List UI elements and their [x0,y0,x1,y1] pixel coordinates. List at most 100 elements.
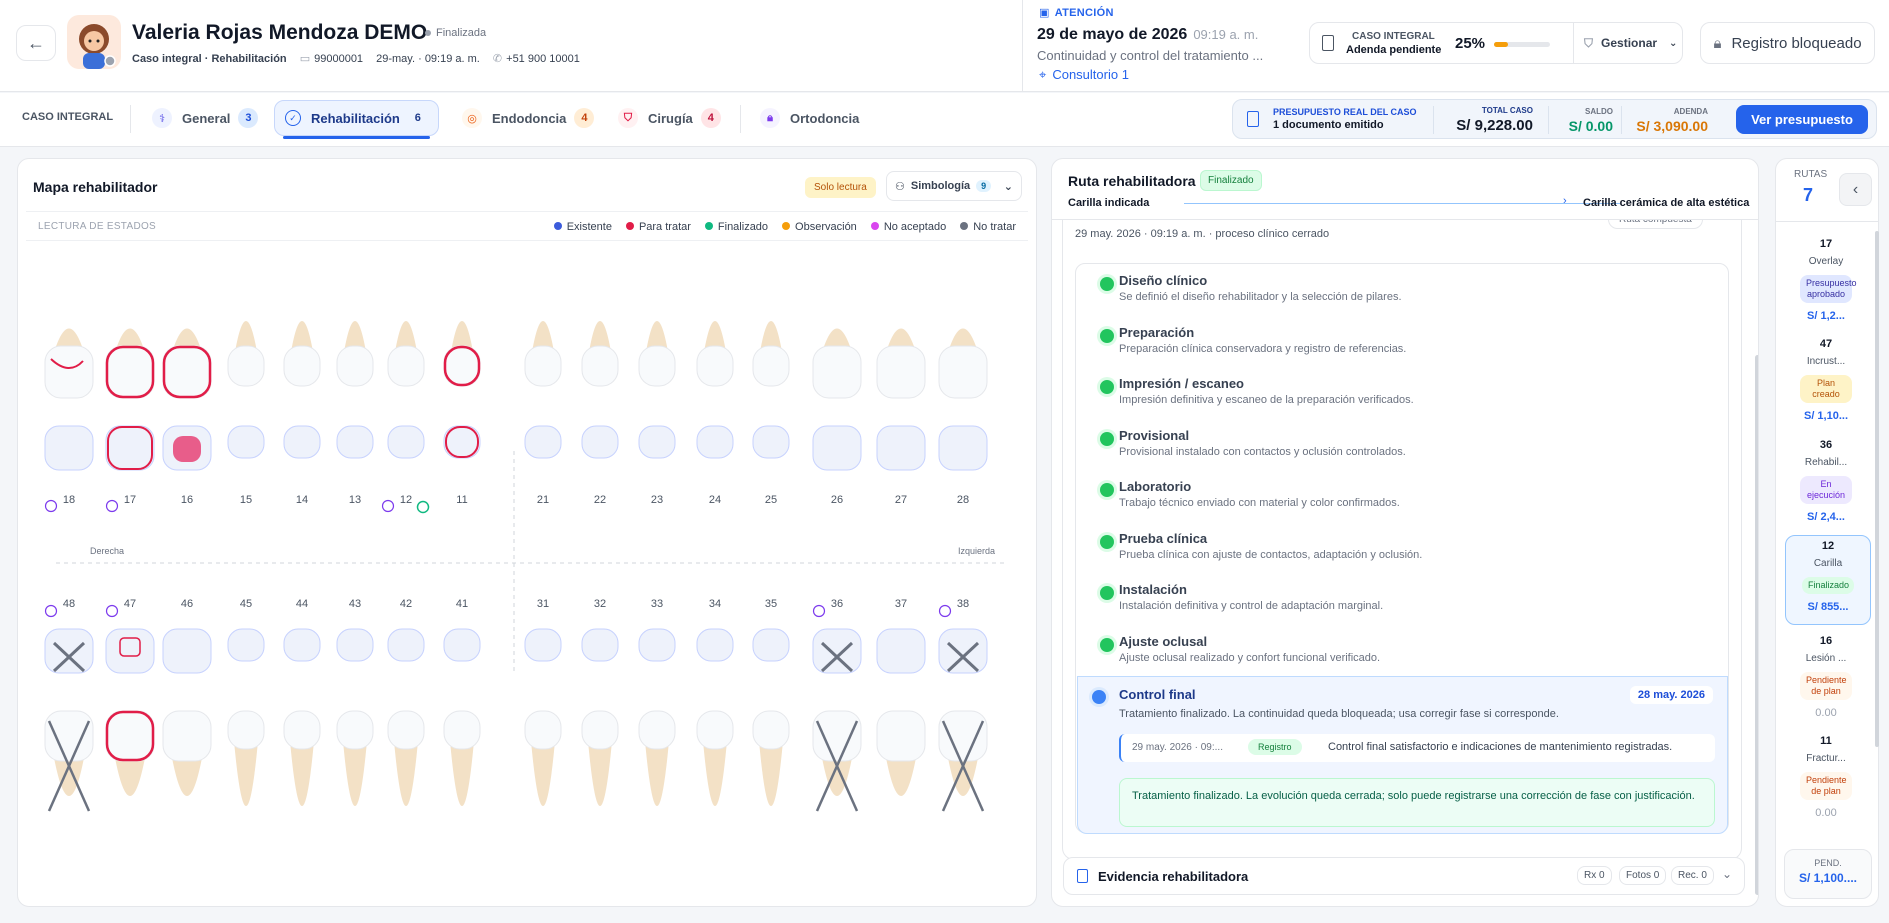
step-title: Impresión / escaneo [1119,376,1244,391]
tab-ortodoncia[interactable]: 🔒︎ Ortodoncia [750,100,869,136]
tooth-occlusal [696,628,734,662]
collapse-button[interactable]: ‹ [1839,173,1872,206]
route-title: Ruta rehabilitadora [1068,173,1196,189]
step-title: Preparación [1119,324,1195,340]
tooth-occlusal [876,628,926,674]
tooth-root [234,741,258,806]
route-name: Overlay [1808,256,1844,267]
tab-general[interactable]: ⚕ General 3 [142,100,268,136]
route-scrollbar[interactable] [1755,355,1758,895]
chevron-right-icon: › [1563,195,1567,207]
tooth-number: 34 [709,598,721,610]
case-progress-fill [1494,42,1508,47]
saldo-value: S/ 0.00 [1568,118,1613,134]
budget-divider [1548,106,1549,134]
composite-route-button[interactable]: Ruta compuesta [1608,220,1703,229]
step-title: Diseño clínico [1119,273,1208,288]
route-arrow-icon [381,499,395,513]
route-card[interactable]: 17 Overlay Presupuesto aprobado S/ 1,2... [1786,238,1866,322]
route-card[interactable]: 12 Carilla Finalizado S/ 855... [1785,535,1871,625]
final-step-desc: Tratamiento finalizado. La continuidad q… [1119,708,1559,720]
tooth-occlusal [283,628,321,662]
tooth-number: 14 [296,494,308,506]
tooth-crown [336,345,374,387]
tab-count: 6 [414,112,421,124]
routes-divider [1776,221,1878,222]
route-to: Carilla cerámica de alta estética [1583,197,1750,209]
tooth-occlusal [227,425,265,459]
tooth-occlusal [812,425,862,471]
pending-label: PEND. [1814,858,1842,868]
view-budget-button[interactable]: Ver presupuesto [1736,105,1868,134]
case-progress-box: CASO INTEGRAL Adenda pendiente 25% ⛉ Ges… [1309,22,1683,64]
tooth-number: 43 [349,598,361,610]
tooth-crown [387,345,425,387]
tooth-crown [638,345,676,387]
route-value: 0.00 [1815,707,1837,719]
case-progress-text: 25% [1455,35,1486,52]
tooth-number: 22 [594,494,606,506]
tooth-number: 18 [63,494,75,506]
step-done-dot [1100,380,1114,394]
legend-item: No aceptado [870,221,946,233]
specialty-tabs-bar: CASO INTEGRAL ⚕ General 3 ✓ Rehabilitaci… [0,93,1889,147]
tooth-root [394,741,418,806]
route-arrow-icon [938,604,952,618]
shield-check-icon: ⛉ [1584,35,1594,50]
legend-item: Para tratar [625,221,691,233]
tooth-root [343,741,367,806]
legend-item: Finalizado [704,221,768,233]
tab-endodoncia[interactable]: ◎ Endodoncia 4 [452,100,604,136]
saldo-label: SALDO [1585,107,1613,116]
routes-label: RUTAS [1794,169,1828,180]
tooth-crown [812,345,862,399]
tooth-crown [696,710,734,750]
tooth-occlusal [524,628,562,662]
step-desc: Se definió el diseño rehabilitador y la … [1119,291,1402,303]
tooth-number: 26 [831,494,843,506]
step-done-dot [1100,637,1114,652]
tooth-crown [638,710,676,750]
route-card[interactable]: 16 Lesión ... Pendiente de plan 0.00 [1786,635,1866,719]
rehab-map-card: Mapa rehabilitador Solo lectura ⚇ Simbol… [17,158,1037,907]
route-card[interactable]: 47 Incrust... Plan creado S/ 1,10... [1786,338,1866,422]
tooth-crown [876,710,926,762]
evidence-panel[interactable]: Evidencia rehabilitadora Rx 0 Fotos 0 Re… [1063,857,1745,895]
tooth-crown [876,345,926,399]
tooth-occlusal [938,628,988,674]
manage-dropdown[interactable]: ⛉ Gestionar ⌄ [1573,23,1677,63]
route-tooth: 11 [1820,735,1832,747]
budget-divider [1433,106,1434,134]
tooth-number: 42 [400,598,412,610]
route-name: Carilla [1813,558,1843,569]
legend-divider [26,240,1028,241]
symbology-dropdown[interactable]: ⚇ Simbología 9 ⌄ [886,171,1022,201]
routes-scrollbar[interactable] [1875,231,1879,747]
tab-cirugia[interactable]: ⛉ Cirugía 4 [608,100,731,136]
step-title: Provisional [1119,427,1190,443]
phone-icon: ✆ [492,53,503,65]
tooth-crown [162,710,212,762]
log-entry: 29 may. 2026 · 09:... Registro Control f… [1119,734,1715,762]
locked-record-button[interactable]: 🔒︎ Registro bloqueado [1700,22,1875,64]
tooth-number: 47 [124,598,136,610]
tooth-crown [752,710,790,750]
step-done-dot [1100,277,1114,291]
final-step-title: Control final [1119,687,1196,702]
route-status-badge: Plan creado [1800,375,1852,403]
tooth-crown [938,345,988,399]
chevron-down-icon: ⌄ [1669,37,1678,49]
tooth-number: 35 [765,598,777,610]
legend-label: Existente [566,221,612,233]
total-label: TOTAL CASO [1481,106,1533,115]
tab-count: 4 [574,108,595,128]
document-icon [1322,35,1334,51]
route-card[interactable]: 11 Fractur... Pendiente de plan 0.00 [1786,735,1866,819]
app-header: ← Valeria Rojas Mendoza DEMO Finalizada … [0,0,1889,92]
route-card[interactable]: 36 Rehabil... En ejecución S/ 2,4... [1786,439,1866,523]
route-name: Incrust... [1806,356,1846,367]
step-done-dot [1100,534,1114,549]
tab-rehabilitacion[interactable]: ✓ Rehabilitación 6 [274,100,439,139]
back-button[interactable]: ← [16,25,56,61]
tooth-occlusal [696,425,734,459]
